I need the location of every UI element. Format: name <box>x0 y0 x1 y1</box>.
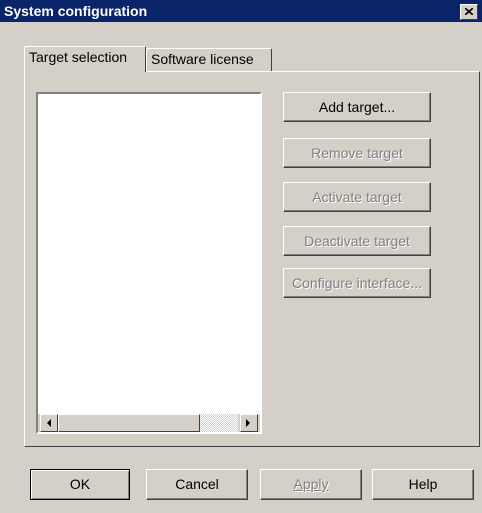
configure-interface-button[interactable]: Configure interface... <box>283 268 431 298</box>
scroll-right-button[interactable] <box>240 414 258 432</box>
scroll-track[interactable] <box>200 414 238 432</box>
apply-button[interactable]: Apply <box>260 469 362 500</box>
scroll-left-button[interactable] <box>40 414 58 432</box>
system-configuration-dialog: System configuration Target selection So… <box>0 0 482 513</box>
arrow-left-icon <box>47 419 51 427</box>
ok-button[interactable]: OK <box>30 469 130 500</box>
tab-target-selection[interactable]: Target selection <box>24 46 146 72</box>
help-button[interactable]: Help <box>372 469 474 500</box>
title-bar[interactable]: System configuration <box>0 0 482 22</box>
scroll-thumb[interactable] <box>58 414 200 432</box>
cancel-button[interactable]: Cancel <box>146 469 248 500</box>
close-icon <box>465 8 473 15</box>
window-title: System configuration <box>4 3 148 19</box>
add-target-button[interactable]: Add target... <box>283 92 431 122</box>
tab-label: Target selection <box>29 49 128 65</box>
tab-software-license[interactable]: Software license <box>146 48 272 72</box>
activate-target-button[interactable]: Activate target <box>283 182 431 212</box>
remove-target-button[interactable]: Remove target <box>283 138 431 168</box>
tab-label: Software license <box>151 51 254 67</box>
arrow-right-icon <box>246 419 250 427</box>
horizontal-scrollbar[interactable] <box>38 414 260 432</box>
close-button[interactable] <box>460 4 478 20</box>
deactivate-target-button[interactable]: Deactivate target <box>283 226 431 256</box>
target-list[interactable] <box>36 92 262 434</box>
apply-label: Apply <box>293 476 329 492</box>
